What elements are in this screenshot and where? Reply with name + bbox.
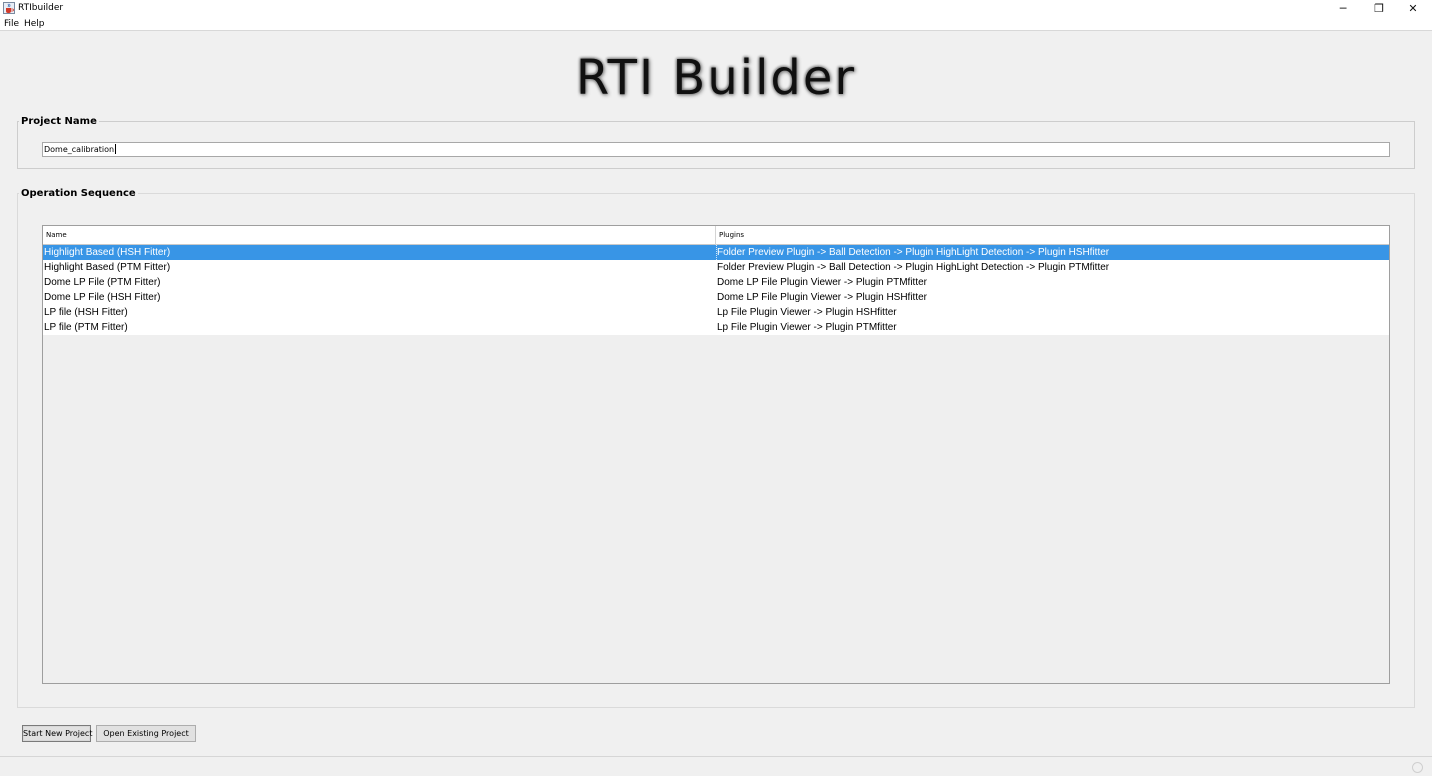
start-new-project-button[interactable]: Start New Project: [22, 725, 92, 742]
logo-text: RTI Builder: [575, 50, 857, 106]
text-caret: [115, 144, 117, 154]
table-row[interactable]: Dome LP File (HSH Fitter) Dome LP File Pl…: [43, 290, 1389, 305]
cell-name: LP file (PTM Fitter): [44, 322, 128, 333]
cell-plugins: Lp File Plugin Viewer -> Plugin HSHfitte…: [717, 307, 897, 318]
restore-button[interactable]: ❐: [1362, 0, 1396, 17]
java-cup-icon: [3, 2, 15, 14]
cell-name: Highlight Based (HSH Fitter): [44, 247, 171, 258]
menu-file[interactable]: File: [3, 18, 20, 30]
cell-plugins: Folder Preview Plugin -> Ball Detection …: [716, 245, 1389, 260]
operation-sequence-table[interactable]: Name Plugins Highlight Based (HSH Fitter…: [42, 225, 1390, 684]
table-header: Name Plugins: [43, 226, 1389, 245]
table-row[interactable]: Dome LP File (PTM Fitter) Dome LP File Pl…: [43, 275, 1389, 290]
cell-plugins: Dome LP File Plugin Viewer -> Plugin HSH…: [717, 292, 927, 303]
project-name-input[interactable]: Dome_calibration: [42, 142, 1390, 157]
table-row[interactable]: LP file (HSH Fitter) Lp File Plugin Viewe…: [43, 305, 1389, 320]
cell-plugins: Lp File Plugin Viewer -> Plugin PTMfitte…: [717, 322, 897, 333]
cell-plugins: Folder Preview Plugin -> Ball Detection …: [717, 262, 1110, 273]
status-divider: [0, 756, 1432, 757]
table-body: Highlight Based (HSH Fitter) Folder Previ…: [43, 245, 1389, 335]
window-title: RTIbuilder: [18, 3, 64, 13]
title-bar[interactable]: RTIbuilder ─ ❐ ✕: [0, 0, 1432, 17]
cell-name: LP file (HSH Fitter): [44, 307, 128, 318]
cell-name: Highlight Based (PTM Fitter): [44, 262, 171, 273]
table-row[interactable]: LP file (PTM Fitter) Lp File Plugin Viewe…: [43, 320, 1389, 335]
table-row[interactable]: Highlight Based (PTM Fitter) Folder Previ…: [43, 260, 1389, 275]
rti-builder-logo: RTI Builder: [516, 46, 916, 110]
close-button[interactable]: ✕: [1396, 0, 1430, 17]
column-header-name[interactable]: Name: [43, 226, 716, 245]
cell-plugins: Dome LP File Plugin Viewer -> Plugin PTM…: [717, 277, 927, 288]
cell-name: Dome LP File (PTM Fitter): [44, 277, 161, 288]
minimize-button[interactable]: ─: [1326, 0, 1360, 17]
column-header-plugins[interactable]: Plugins: [716, 226, 1389, 245]
operation-sequence-title: Operation Sequence: [19, 188, 138, 200]
project-name-value: Dome_calibration: [44, 145, 115, 154]
menu-help[interactable]: Help: [23, 18, 46, 30]
project-name-title: Project Name: [19, 116, 99, 128]
open-existing-project-button[interactable]: Open Existing Project: [96, 725, 196, 742]
menu-bar: File Help: [0, 17, 1432, 31]
status-indicator-icon: [1412, 762, 1423, 773]
cell-name: Dome LP File (HSH Fitter): [44, 292, 161, 303]
table-row[interactable]: Highlight Based (HSH Fitter) Folder Previ…: [43, 245, 1389, 260]
app-window: RTIbuilder ─ ❐ ✕ File Help RTI Builder P…: [0, 0, 1432, 776]
